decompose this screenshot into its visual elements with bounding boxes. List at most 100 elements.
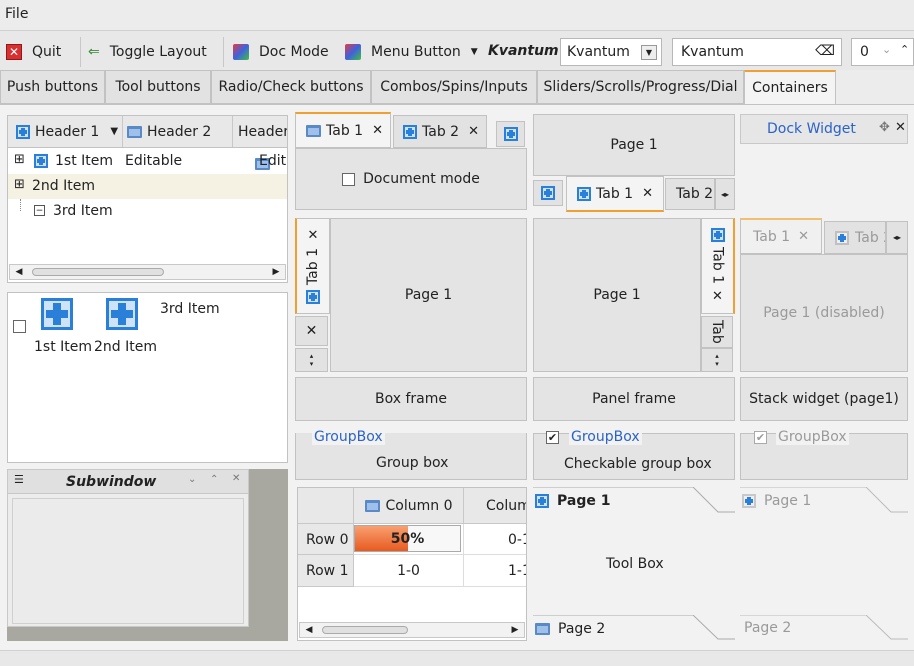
tab-widget-west: Page 1 ✕ Tab 1 ✕ ▴ ▾	[295, 218, 527, 372]
expand-icon[interactable]: ⊞	[14, 177, 25, 192]
toolbox-page-1[interactable]: Page 1	[535, 491, 610, 511]
scroll-tabs-icon[interactable]: ▴ ▾	[295, 348, 328, 372]
menu-icon[interactable]: ☰	[14, 473, 24, 486]
tab-1[interactable]: ✕ Tab 1	[295, 218, 330, 314]
quit-icon: ✕	[6, 44, 22, 60]
tab-1[interactable]: Tab 1 ✕	[295, 112, 391, 148]
tree-header-1[interactable]: Header 1 ▼	[8, 116, 123, 147]
table-row-header[interactable]: Row 1	[298, 555, 354, 587]
group-box: GroupBox Group box	[295, 429, 527, 480]
chevron-up-icon[interactable]: ⌃	[900, 43, 909, 56]
close-icon[interactable]: ✕	[308, 228, 319, 243]
mdi-area: ☰ Subwindow ⌄ ⌃ ✕	[7, 469, 288, 641]
kvantum-logo: Kvantum	[488, 43, 559, 59]
close-icon[interactable]: ✕	[642, 186, 653, 201]
scroll-right-icon[interactable]: ▶	[508, 623, 522, 637]
scroll-tabs-icon[interactable]: ◂▸	[715, 178, 735, 210]
table-cell[interactable]: 0-1	[464, 524, 526, 555]
tab-combos-spins-inputs[interactable]: Combos/Spins/Inputs	[371, 70, 537, 104]
group-box-checkbox[interactable]: ✔	[546, 431, 559, 444]
tab-tool-buttons[interactable]: Tool buttons	[105, 70, 211, 104]
maximize-icon[interactable]: ⌃	[210, 474, 218, 485]
list-item[interactable]: 1st Item	[34, 339, 92, 355]
plus-box-icon	[16, 124, 30, 139]
tab-widget-document: Tab 1 ✕ Tab 2 ✕ Document mode	[295, 112, 527, 210]
add-tab-button[interactable]	[496, 121, 525, 147]
tool-box: Page 1 Tool Box Page 2	[533, 487, 735, 641]
subwindow-titlebar[interactable]: ☰ Subwindow ⌄ ⌃ ✕	[8, 470, 248, 494]
tree-row[interactable]: ⊞ 1st Item Editable Edit	[8, 149, 287, 174]
table-cell[interactable]: 50%	[354, 524, 464, 555]
scroll-right-icon[interactable]: ▶	[269, 265, 283, 279]
close-icon[interactable]: ✕	[372, 123, 383, 138]
sort-down-icon: ▼	[110, 126, 119, 137]
doc-mode-label: Doc Mode	[259, 44, 329, 60]
menu-button-label: Menu Button	[371, 44, 461, 60]
table-header[interactable]: Column 0	[354, 488, 464, 524]
doc-mode-button[interactable]: Doc Mode	[233, 39, 329, 65]
tab-1[interactable]: Tab 1 ✕	[701, 218, 735, 314]
clear-icon[interactable]: ⌫	[815, 43, 835, 59]
tab-widget-south: Page 1 Tab 1 ✕ Tab 2 ◂▸	[533, 114, 735, 212]
folder-icon	[535, 623, 550, 635]
close-icon[interactable]: ✕	[712, 289, 723, 304]
table-row-header[interactable]: Row 0	[298, 524, 354, 555]
icon-list-widget[interactable]: 1st Item 2nd Item 3rd Item	[7, 292, 288, 463]
folder-icon	[306, 124, 321, 137]
tree-header-3[interactable]: Header	[233, 116, 287, 147]
close-icon[interactable]: ✕	[295, 316, 328, 346]
scroll-tabs-icon[interactable]: ▴ ▾	[701, 348, 733, 372]
toolbar: ✕ Quit ⇐ Toggle Layout Doc Mode Menu But…	[0, 30, 914, 70]
subwindow[interactable]: ☰ Subwindow ⌄ ⌃ ✕	[7, 469, 249, 627]
dock-titlebar[interactable]: Dock Widget ✥ ✕	[740, 114, 908, 144]
tree-row[interactable]: − 3rd Item	[8, 199, 287, 224]
collapse-icon[interactable]: −	[34, 205, 45, 216]
list-item[interactable]: 2nd Item	[94, 339, 157, 355]
scroll-left-icon[interactable]: ◀	[12, 265, 26, 279]
table-cell[interactable]: 1-0	[354, 555, 464, 587]
expand-icon[interactable]: ⊞	[14, 152, 25, 167]
menu-button[interactable]: Menu Button ▼	[345, 39, 478, 65]
document-mode-checkbox[interactable]	[342, 172, 356, 186]
tab-2[interactable]: Tab	[701, 316, 733, 348]
tab-sliders-scrolls[interactable]: Sliders/Scrolls/Progress/Dial	[537, 70, 744, 104]
close-icon[interactable]: ✕	[232, 473, 240, 484]
tab-radio-check-buttons[interactable]: Radio/Check buttons	[211, 70, 371, 104]
tree-scrollbar[interactable]: ◀ ▶	[9, 264, 286, 280]
scroll-handle[interactable]	[32, 268, 164, 276]
table-header[interactable]: Colum	[464, 488, 526, 524]
tab-1[interactable]: Tab 1 ✕	[566, 176, 664, 212]
item-checkbox[interactable]	[13, 320, 26, 333]
table-scrollbar[interactable]: ◀ ▶	[299, 622, 525, 638]
list-item[interactable]: 3rd Item	[160, 301, 220, 317]
toolbox-page-2[interactable]: Page 2	[535, 619, 605, 639]
close-icon[interactable]: ✕	[468, 124, 479, 139]
table-corner[interactable]	[298, 488, 354, 524]
tab-2[interactable]: Tab 2	[665, 178, 715, 210]
toggle-layout-button[interactable]: ⇐ Toggle Layout	[88, 39, 207, 65]
tree-header-2[interactable]: Header 2	[123, 116, 233, 147]
scroll-left-icon[interactable]: ◀	[302, 623, 316, 637]
spin-box[interactable]: 0 ⌄ ⌃	[851, 38, 914, 66]
table-cell[interactable]: 1-1	[464, 555, 526, 587]
tab-2[interactable]: Tab 2 ✕	[393, 115, 487, 148]
tab-push-buttons[interactable]: Push buttons	[0, 70, 105, 104]
table-widget[interactable]: Column 0 Colum Row 0 50% 0-1 Row 1 1-0 1…	[297, 487, 527, 641]
scroll-tabs-icon: ◂▸	[886, 221, 908, 254]
line-edit[interactable]: Kvantum ⌫	[672, 38, 842, 66]
tree-widget[interactable]: Header 1 ▼ Header 2 Header ⊞ 1st Item Ed…	[7, 115, 288, 283]
shade-icon[interactable]: ⌄	[188, 474, 196, 485]
progress-label: 50%	[390, 530, 425, 547]
chevron-down-icon[interactable]: ⌄	[882, 43, 891, 56]
float-icon[interactable]: ✥	[879, 120, 890, 135]
toolbox-page-1: Page 1	[742, 491, 811, 511]
scroll-handle[interactable]	[322, 626, 408, 634]
close-icon[interactable]: ✕	[895, 120, 906, 135]
tree-row[interactable]: ⊞ 2nd Item	[8, 174, 287, 199]
style-combo[interactable]: Kvantum ▼	[560, 38, 662, 66]
menu-file[interactable]: File	[5, 6, 28, 22]
tab-containers[interactable]: Containers	[744, 70, 836, 105]
stack-widget: Stack widget (page1)	[740, 377, 908, 421]
quit-button[interactable]: ✕ Quit	[6, 39, 61, 65]
add-tab-button[interactable]	[533, 180, 563, 206]
